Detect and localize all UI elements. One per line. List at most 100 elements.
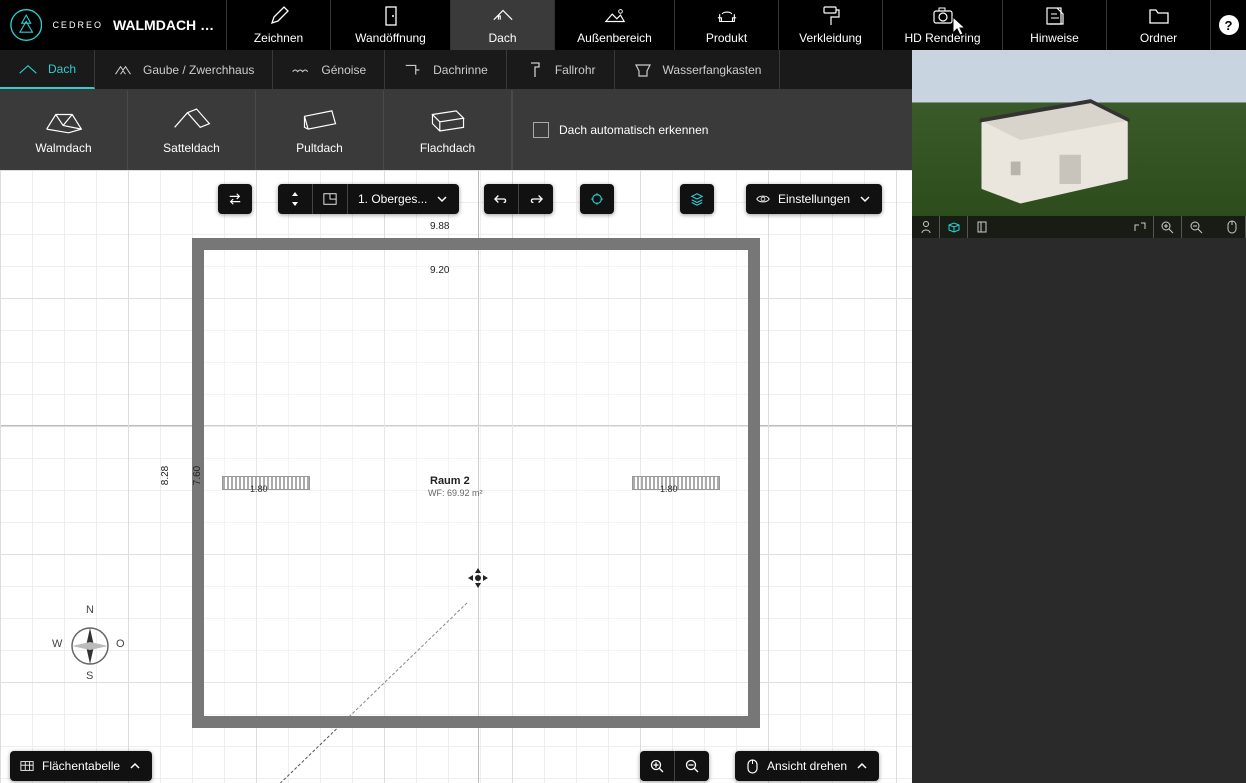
preview-zoom-in-icon[interactable] [1154,216,1182,238]
subtab-label: Gaube / Zwerchhaus [143,63,254,77]
floor-selector-label: 1. Oberges... [358,192,427,206]
nav-hd-rendering[interactable]: HD Rendering [882,0,1002,50]
window-right-dim: 1.80 [660,484,678,494]
subtab-dachrinne[interactable]: Dachrinne [385,50,507,89]
target-button[interactable] [580,184,614,214]
target-icon [590,192,604,206]
redo-button[interactable] [519,184,553,214]
preview-scale-icon[interactable] [1126,216,1154,238]
help-button[interactable]: ? [1210,0,1246,50]
room-area-label: WF: 69.92 m² [428,488,483,498]
nav-verkleidung[interactable]: Verkleidung [778,0,882,50]
dimension-outer-width: 9.88 [430,221,449,232]
roofopt-pultdach[interactable]: Pultdach [256,90,384,170]
nav-zeichnen[interactable]: Zeichnen [226,0,330,50]
nav-label: Produkt [706,31,747,45]
nav-wandoeffnung[interactable]: Wandöffnung [330,0,450,50]
settings-label: Einstellungen [778,192,850,206]
roofopt-label: Pultdach [296,141,343,155]
pencil-icon [268,5,290,27]
preview-3d-panel[interactable] [912,50,1246,238]
preview-layers-icon[interactable] [968,216,996,238]
nav-label: Außenbereich [577,31,652,45]
subtab-label: Génoise [321,63,366,77]
hip-roof-icon [43,105,85,135]
furniture-icon [716,5,738,27]
floor-selector-dropdown[interactable]: 1. Oberges... [348,184,459,214]
floorplan-canvas[interactable]: 9.88 9.20 8.28 7.60 Raum 2 WF: 69.92 m² … [0,170,912,783]
top-nav: Zeichnen Wandöffnung Dach Außenbereich P… [226,0,1210,50]
zoom-pill [640,751,709,781]
auto-detect-roof[interactable]: Dach automatisch erkennen [512,90,728,170]
zoom-in-icon [650,759,664,773]
subtab-genoise[interactable]: Génoise [273,50,385,89]
subtab-label: Dachrinne [433,63,488,77]
nav-label: Zeichnen [254,31,303,45]
mouse-icon [745,759,759,773]
roof-type-row: Walmdach Satteldach Pultdach Flachdach D… [0,90,912,170]
compass-icon: N S O W [50,606,130,686]
compass-o: O [116,638,125,650]
logo-area: CEDREO WALMDACH MI... [0,0,226,50]
flat-roof-icon [427,105,469,135]
nav-aussenbereich[interactable]: Außenbereich [554,0,674,50]
auto-detect-checkbox[interactable] [533,122,549,138]
gable-roof-icon [171,105,213,135]
terrain-icon [604,5,626,27]
table-icon [20,759,34,773]
paint-roller-icon [820,5,842,27]
nav-label: Ordner [1140,31,1177,45]
compass-s: S [86,670,93,682]
nav-hinweise[interactable]: Hinweise [1002,0,1106,50]
nav-ordner[interactable]: Ordner [1106,0,1210,50]
roofopt-label: Flachdach [420,141,475,155]
undo-icon [494,192,508,206]
logo-text: CEDREO [52,20,103,30]
house-3d-shape [962,80,1157,210]
nav-label: Hinweise [1030,31,1079,45]
roofopt-flachdach[interactable]: Flachdach [384,90,512,170]
zoom-out-button[interactable] [675,751,709,781]
subtab-dach[interactable]: Dach [0,50,95,89]
preview-3d-icon[interactable] [940,216,968,238]
chevron-down-icon [435,192,449,206]
dormer-icon [113,63,133,77]
preview-person-icon[interactable] [912,216,940,238]
camera-icon [932,5,954,27]
cedreo-logo [10,7,42,43]
layers-button[interactable] [680,184,714,214]
settings-pill[interactable]: Einstellungen [746,184,882,214]
chevron-down-icon [858,192,872,206]
subtab-label: Wasserfangkasten [663,63,762,77]
preview-zoom-out-icon[interactable] [1182,216,1210,238]
zoom-in-button[interactable] [640,751,675,781]
subtab-label: Dach [48,62,76,76]
subtab-fallrohr[interactable]: Fallrohr [507,50,615,89]
roofopt-satteldach[interactable]: Satteldach [128,90,256,170]
zoom-out-icon [685,759,699,773]
preview-mouse-icon[interactable] [1218,216,1246,238]
move-handle-icon[interactable] [466,566,490,590]
redo-icon [529,192,543,206]
roof-main-icon [492,5,514,27]
undo-redo-pill [484,184,553,214]
area-table-pill[interactable]: Flächentabelle [10,751,152,781]
compass-w: W [52,638,62,650]
floor-up-down-button[interactable] [278,184,313,214]
roofopt-label: Satteldach [163,141,220,155]
subtab-gaube[interactable]: Gaube / Zwerchhaus [95,50,273,89]
nav-produkt[interactable]: Produkt [674,0,778,50]
gutter-icon [403,63,423,77]
undo-button[interactable] [484,184,519,214]
swap-button[interactable] [218,184,252,214]
rotate-view-pill[interactable]: Ansicht drehen [735,751,879,781]
swap-icon [228,192,242,206]
floorplan-icon [323,192,337,206]
up-down-icon [288,192,302,206]
shed-roof-icon [299,105,341,135]
nav-dach[interactable]: Dach [450,0,554,50]
subtab-wasserfangkasten[interactable]: Wasserfangkasten [615,50,781,89]
area-table-label: Flächentabelle [42,759,120,773]
floor-plan-icon-button[interactable] [313,184,348,214]
roofopt-walmdach[interactable]: Walmdach [0,90,128,170]
